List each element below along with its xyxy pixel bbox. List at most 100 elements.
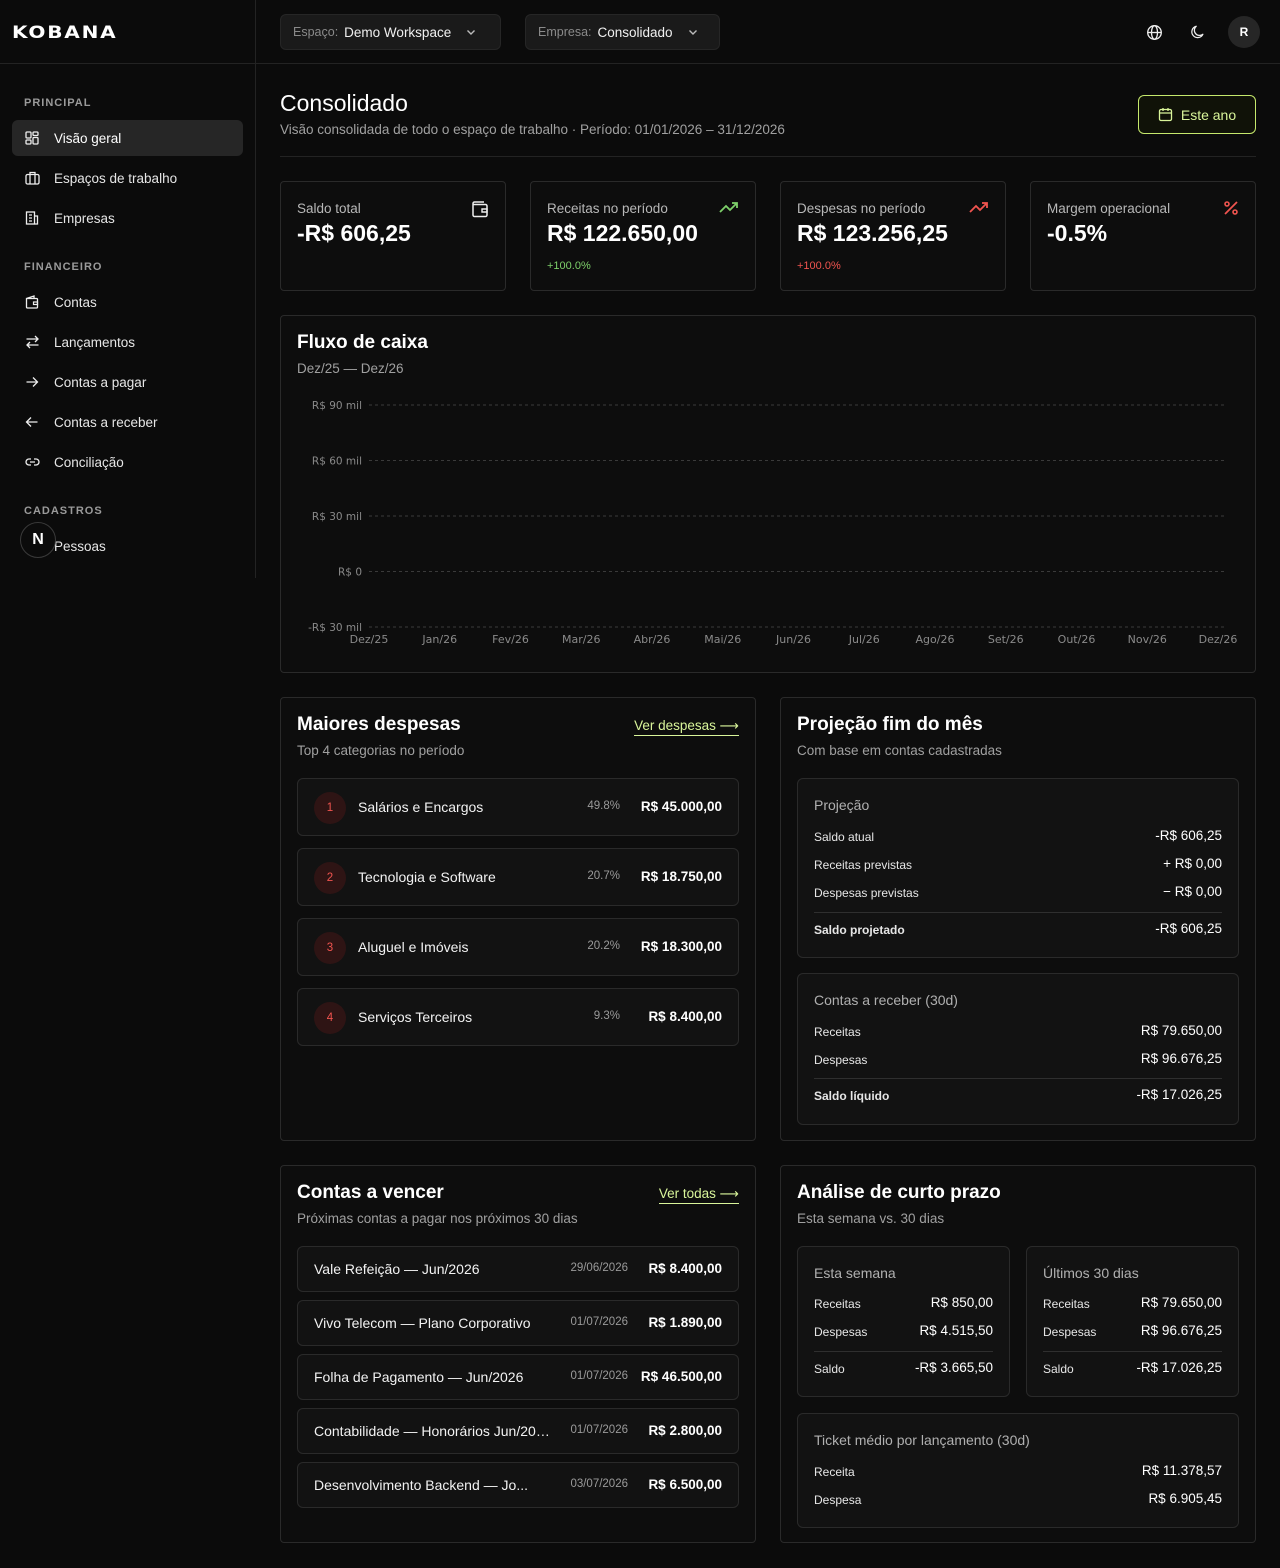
row-label: Receitas previstas: [814, 858, 913, 872]
row-receitas: Receitas R$ 850,00: [814, 1295, 993, 1315]
bill-row[interactable]: Contabilidade — Honorários Jun/2026 01/0…: [297, 1408, 739, 1454]
section-principal: PRINCIPAL: [24, 97, 92, 109]
row-label: Despesa: [814, 1493, 862, 1507]
row-label: Despesas: [814, 1053, 868, 1067]
panel-heading: Esta semana: [814, 1265, 896, 1281]
bills-card: Contas a vencer Próximas contas a pagar …: [280, 1165, 756, 1543]
kpi-label: Margem operacional: [1047, 201, 1171, 216]
expense-row[interactable]: 4 Serviços Terceiros 9.3% R$ 8.400,00: [297, 988, 739, 1046]
sidebar-item-contas-a-receber[interactable]: Contas a receber: [12, 404, 243, 440]
bill-value: R$ 2.800,00: [648, 1423, 722, 1438]
cashflow-card: Fluxo de caixa Dez/25 — Dez/26 R$ 90 mil…: [280, 315, 1256, 673]
bill-row[interactable]: Folha de Pagamento — Jun/2026 01/07/2026…: [297, 1354, 739, 1400]
panel-heading: Últimos 30 dias: [1043, 1265, 1139, 1281]
rank-badge: 3: [314, 932, 346, 964]
top-bar: KOBANA Espaço: Demo Workspace Empresa: C…: [0, 0, 1280, 64]
kpi-value: R$ 123.256,25: [797, 220, 948, 246]
theme-toggle-button[interactable]: [1182, 16, 1214, 48]
panel-heading: Contas a receber (30d): [814, 992, 958, 1008]
expense-row[interactable]: 3 Aluguel e Imóveis 20.2% R$ 18.300,00: [297, 918, 739, 976]
expense-name: Serviços Terceiros: [358, 1009, 473, 1025]
bill-row[interactable]: Vivo Telecom — Plano Corporativo 01/07/2…: [297, 1300, 739, 1346]
expense-row[interactable]: 2 Tecnologia e Software 20.7% R$ 18.750,…: [297, 848, 739, 906]
x-tick-label: Nov/26: [1128, 633, 1167, 646]
expense-value: R$ 8.400,00: [648, 1009, 722, 1024]
month-panel: Últimos 30 dias Receitas R$ 79.650,00 De…: [1026, 1246, 1239, 1397]
period-button[interactable]: Este ano: [1138, 95, 1256, 134]
row-saldo: Saldo -R$ 17.026,25: [1043, 1360, 1222, 1380]
x-tick-label: Set/26: [988, 633, 1024, 646]
bill-row[interactable]: Vale Refeição — Jun/2026 29/06/2026 R$ 8…: [297, 1246, 739, 1292]
page-title: Consolidado: [280, 90, 408, 116]
cashflow-chart[interactable]: R$ 90 milR$ 60 milR$ 30 milR$ 0-R$ 30 mi…: [281, 316, 1255, 672]
company-value: Consolidado: [597, 24, 673, 40]
x-tick-label: Out/26: [1058, 633, 1096, 646]
sidebar-item-conciliacao[interactable]: Conciliação: [12, 444, 243, 480]
row-label: Despesas: [814, 1325, 868, 1339]
row-receita: Receita R$ 11.378,57: [814, 1463, 1222, 1483]
company-label: Empresa:: [538, 25, 592, 39]
workspace-selector[interactable]: Espaço: Demo Workspace: [280, 14, 501, 50]
row-saldo-projetado: Saldo projetado -R$ 606,25: [814, 921, 1222, 941]
divider: [814, 1078, 1222, 1079]
sidebar-item-espacos[interactable]: Espaços de trabalho: [12, 160, 243, 196]
expense-name: Aluguel e Imóveis: [358, 939, 469, 955]
n-badge[interactable]: N: [20, 522, 56, 558]
row-value: R$ 850,00: [930, 1295, 993, 1310]
workspace-value: Demo Workspace: [344, 24, 452, 40]
section-cadastros: CADASTROS: [24, 505, 103, 517]
kpi-label: Receitas no período: [547, 201, 668, 216]
panel-heading: Projeção: [814, 797, 870, 813]
sidebar-item-lancamentos[interactable]: Lançamentos: [12, 324, 243, 360]
kobana-logo[interactable]: KOBANA: [12, 23, 295, 43]
sidebar-item-contas[interactable]: Contas: [12, 284, 243, 320]
bill-name: Vale Refeição — Jun/2026: [314, 1261, 480, 1277]
y-tick-label: R$ 90 mil: [312, 400, 362, 412]
header-divider: [280, 156, 1256, 157]
x-tick-label: Mar/26: [562, 633, 600, 646]
top-expenses-subtitle: Top 4 categorias no período: [297, 743, 465, 758]
row-despesas: Despesas R$ 96.676,25: [1043, 1323, 1222, 1343]
dashboard-icon: [24, 130, 40, 146]
view-expenses-link[interactable]: Ver despesas ⟶: [634, 718, 739, 736]
trending-up-icon: [969, 200, 989, 217]
globe-icon: [1146, 24, 1162, 40]
y-tick-label: R$ 60 mil: [312, 456, 362, 468]
arrows-swap-icon: [24, 334, 40, 350]
sidebar-item-visao-geral[interactable]: Visão geral: [12, 120, 243, 156]
period-button-label: Este ano: [1180, 106, 1237, 123]
row-value: -R$ 17.026,25: [1136, 1087, 1222, 1102]
row-label: Saldo atual: [814, 830, 875, 844]
language-button[interactable]: [1138, 16, 1170, 48]
x-tick-label: Jul/26: [848, 633, 880, 646]
bill-row[interactable]: Desenvolvimento Backend — Jo... 03/07/20…: [297, 1462, 739, 1508]
rank-badge: 4: [314, 1002, 346, 1034]
row-saldo-atual: Saldo atual -R$ 606,25: [814, 828, 1222, 848]
view-all-bills-link[interactable]: Ver todas ⟶: [658, 1186, 739, 1204]
row-value: R$ 6.905,45: [1148, 1491, 1222, 1506]
x-tick-label: Jan/26: [421, 633, 457, 646]
kpi-label: Saldo total: [297, 201, 361, 216]
expense-pct: 49.8%: [587, 800, 620, 812]
sidebar-item-empresas[interactable]: Empresas: [12, 200, 243, 236]
link-icon: [24, 454, 40, 470]
row-label: Despesas: [1043, 1325, 1097, 1339]
sidebar-item-contas-a-pagar[interactable]: Contas a pagar: [12, 364, 243, 400]
sidebar-item-label: Pessoas: [54, 538, 106, 554]
expense-value: R$ 18.300,00: [640, 939, 722, 954]
company-selector[interactable]: Empresa: Consolidado: [525, 14, 720, 50]
chevron-down-icon: [467, 30, 476, 35]
expense-pct: 20.7%: [587, 870, 620, 882]
bill-name: Contabilidade — Honorários Jun/2026: [314, 1423, 550, 1439]
bill-name: Folha de Pagamento — Jun/2026: [314, 1369, 524, 1385]
row-receitas: Receitas R$ 79.650,00: [814, 1023, 1222, 1043]
rank-badge: 2: [314, 862, 346, 894]
expense-row[interactable]: 1 Salários e Encargos 49.8% R$ 45.000,00: [297, 778, 739, 836]
y-tick-label: R$ 30 mil: [312, 511, 362, 523]
bill-date: 01/07/2026: [570, 1424, 628, 1436]
kpi-value: -R$ 606,25: [297, 220, 411, 246]
user-avatar[interactable]: R: [1228, 16, 1260, 48]
row-value: + R$ 0,00: [1163, 856, 1222, 871]
briefcase-icon: [24, 170, 40, 186]
row-value: -R$ 3.665,50: [914, 1360, 993, 1375]
